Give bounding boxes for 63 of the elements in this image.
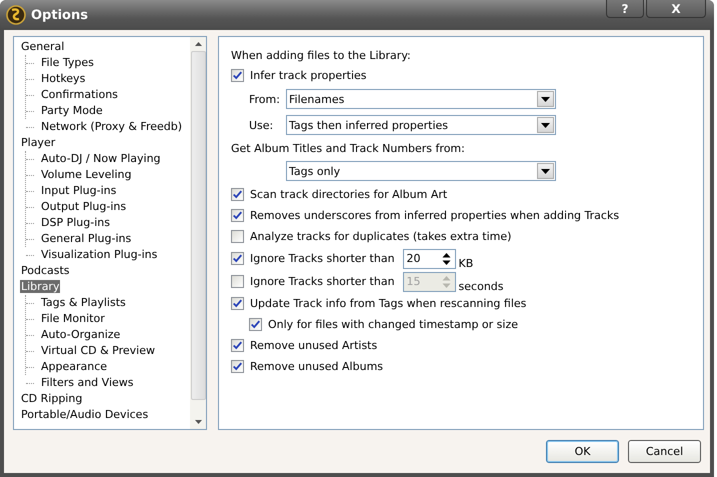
section-label: When adding files to the Library: xyxy=(231,48,411,62)
tree-item[interactable]: Portable/Audio Devices xyxy=(20,408,150,421)
checkbox[interactable] xyxy=(231,297,244,310)
scrollbar[interactable] xyxy=(190,37,206,429)
tree-item[interactable]: Virtual CD & Preview xyxy=(40,343,156,359)
dropdown[interactable]: Filenames xyxy=(286,89,556,109)
tree-item[interactable]: Auto-DJ / Now Playing xyxy=(40,151,162,167)
unit-label: KB xyxy=(458,257,474,270)
field-label: Use: xyxy=(249,118,274,132)
tree-item[interactable]: General Plug-ins xyxy=(40,231,132,247)
unit-label: seconds xyxy=(458,280,504,293)
tree-item[interactable]: Player xyxy=(20,136,56,149)
checkbox-label: Remove unused Albums xyxy=(250,360,384,373)
section-label: Get Album Titles and Track Numbers from: xyxy=(231,142,465,154)
checkbox-label: Infer track properties xyxy=(250,69,366,82)
tree-item[interactable]: CD Ripping xyxy=(20,392,84,405)
checkbox[interactable] xyxy=(231,69,244,82)
checkbox-label: Scan track directories for Album Art xyxy=(250,188,448,201)
tree-item[interactable]: General xyxy=(20,40,66,53)
tree-item[interactable]: Volume Leveling xyxy=(40,167,132,183)
tree-item[interactable]: Podcasts xyxy=(20,264,71,277)
dropdown[interactable]: Tags only xyxy=(286,161,556,181)
dropdown[interactable]: Tags then inferred properties xyxy=(286,115,556,135)
checkbox-label: Analyze tracks for duplicates (takes extra time) xyxy=(250,230,512,243)
checkbox[interactable] xyxy=(231,252,244,265)
checkbox-label: Remove unused Artists xyxy=(250,339,378,352)
tree-item[interactable]: Input Plug-ins xyxy=(40,183,118,199)
tree-item[interactable]: Tags & Playlists xyxy=(40,295,127,311)
tree-item[interactable]: Library xyxy=(20,280,60,293)
checkbox[interactable] xyxy=(231,339,244,352)
checkbox-label: Removes underscores from inferred properties when adding Tracks xyxy=(250,209,620,222)
tree-item[interactable]: Confirmations xyxy=(40,87,119,103)
scroll-down-icon[interactable] xyxy=(194,420,202,424)
checkbox[interactable] xyxy=(231,209,244,222)
checkbox[interactable] xyxy=(249,318,262,331)
help-button[interactable]: ? xyxy=(606,0,644,18)
tree-item[interactable]: Network (Proxy & Freedb) xyxy=(40,119,184,135)
tree-item[interactable]: Filters and Views xyxy=(40,375,134,391)
scroll-up-icon[interactable] xyxy=(194,42,202,46)
checkbox-label: Only for files with changed timestamp or size xyxy=(268,318,518,331)
tree-item[interactable]: Visualization Plug-ins xyxy=(40,247,158,263)
tree-item[interactable]: Appearance xyxy=(40,359,108,375)
number-field[interactable]: 20 xyxy=(402,248,456,268)
app-logo-icon xyxy=(6,5,26,25)
tree-item[interactable]: Party Mode xyxy=(40,103,104,119)
field-label: From: xyxy=(249,92,281,106)
tree-item[interactable]: Hotkeys xyxy=(40,71,86,87)
spin-arrows-icon[interactable] xyxy=(442,252,451,266)
tree-item[interactable]: File Monitor xyxy=(40,311,106,327)
window-title: Options xyxy=(31,8,88,22)
checkbox[interactable] xyxy=(231,360,244,373)
checkbox-label: Ignore Tracks shorter than xyxy=(250,252,395,265)
tree-item[interactable]: Auto-Organize xyxy=(40,327,122,343)
checkbox[interactable] xyxy=(231,188,244,201)
checkbox[interactable] xyxy=(231,230,244,243)
checkbox-label: Ignore Tracks shorter than xyxy=(250,275,395,288)
dialog-button[interactable]: Cancel xyxy=(628,440,701,463)
dialog-button[interactable]: OK xyxy=(546,440,619,463)
tree-item[interactable]: DSP Plug-ins xyxy=(40,215,111,231)
close-button[interactable]: X xyxy=(646,0,706,18)
tree-item[interactable]: File Types xyxy=(40,55,95,71)
checkbox-label: Update Track info from Tags when rescanning files xyxy=(250,297,526,310)
tree-item[interactable]: Output Plug-ins xyxy=(40,199,128,215)
